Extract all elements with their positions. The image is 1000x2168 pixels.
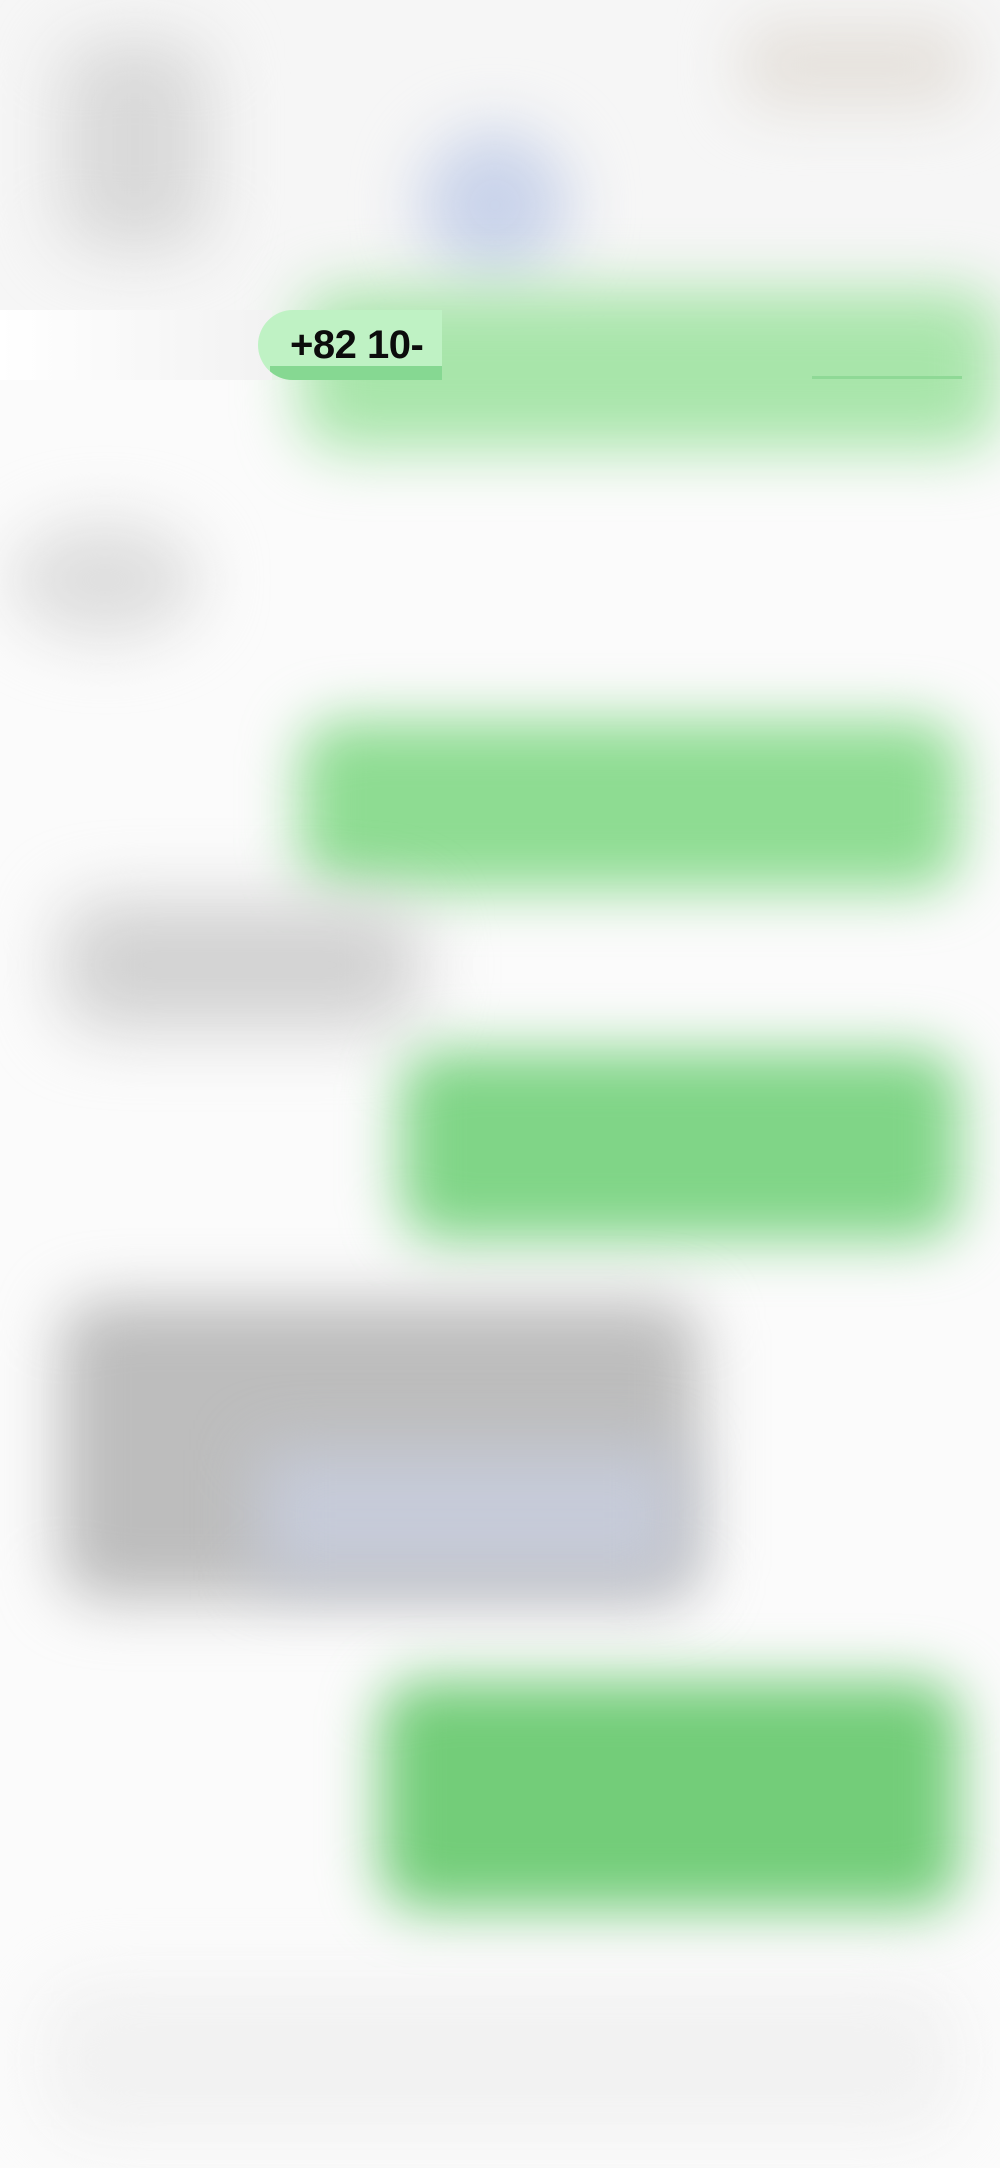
message-attachment[interactable] [260, 1450, 680, 1580]
contact-number: +82 10- [290, 323, 424, 367]
message-bubble-incoming[interactable] [10, 520, 200, 640]
message-composer[interactable] [40, 1980, 960, 2140]
message-bubble-outgoing[interactable] [400, 1050, 960, 1240]
message-bubble-outgoing[interactable] [380, 1680, 960, 1910]
header-divider [812, 376, 962, 379]
status-area [740, 20, 970, 110]
message-bubble-outgoing[interactable] [300, 720, 960, 890]
contact-avatar[interactable] [420, 130, 570, 280]
message-bubble-incoming[interactable] [60, 900, 420, 1030]
contact-number-clip: +82 10- [290, 310, 442, 380]
messages-screen: +82 10- [0, 0, 1000, 2168]
number-strip [0, 310, 272, 380]
back-button[interactable] [60, 40, 210, 250]
